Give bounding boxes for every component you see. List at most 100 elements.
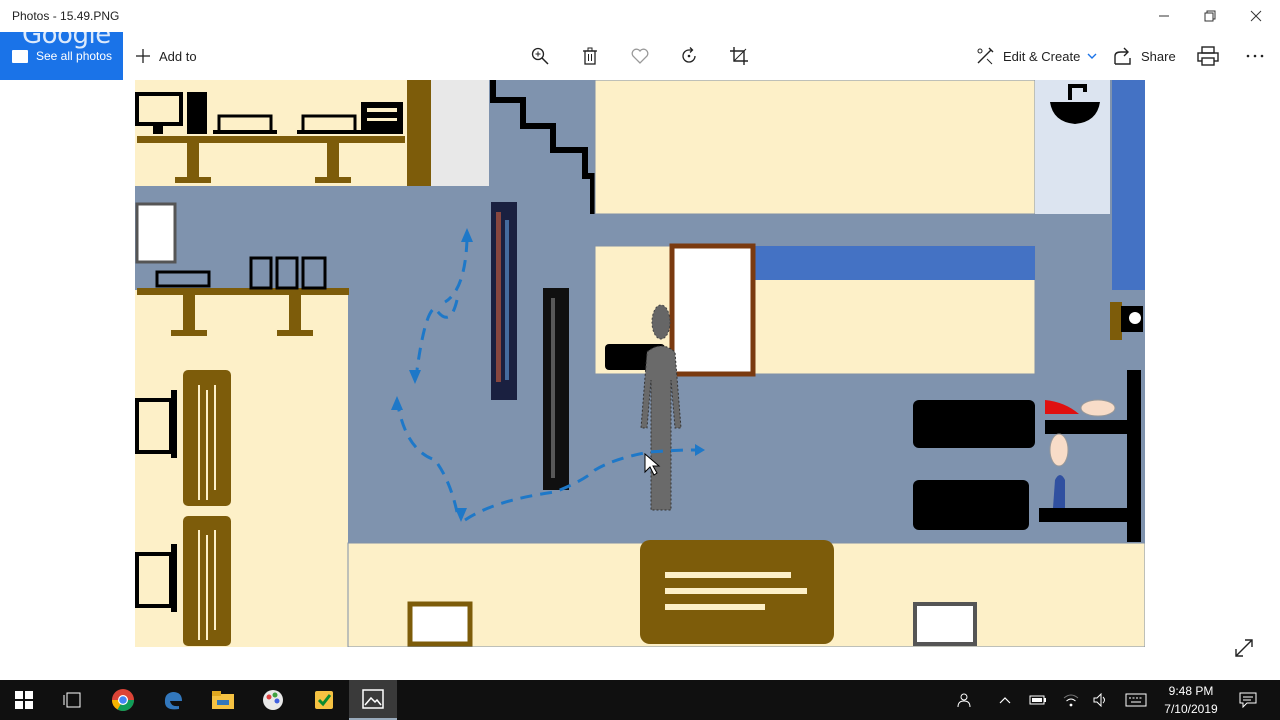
table-detail xyxy=(665,572,791,578)
task-view-button[interactable] xyxy=(48,680,96,720)
battery-button[interactable] xyxy=(1025,680,1051,720)
pc-tower-icon xyxy=(187,92,207,134)
fullscreen-button[interactable] xyxy=(1232,636,1256,660)
desk-foot xyxy=(277,330,313,336)
door-brown xyxy=(407,80,431,186)
window-frame xyxy=(913,602,977,646)
desk-leg xyxy=(327,143,339,179)
share-button[interactable]: Share xyxy=(1113,32,1176,80)
crop-button[interactable] xyxy=(730,32,748,80)
zoom-in-icon xyxy=(531,47,549,65)
chevron-down-icon xyxy=(1087,53,1097,59)
volume-icon xyxy=(1093,693,1105,707)
photos-app[interactable] xyxy=(349,680,397,720)
desk xyxy=(277,136,405,143)
window-frame xyxy=(135,202,177,264)
zoom-button[interactable] xyxy=(531,32,549,80)
desk xyxy=(137,288,245,295)
blue-wall xyxy=(1112,80,1145,290)
photos-icon xyxy=(362,689,384,709)
close-button[interactable] xyxy=(1233,0,1279,32)
wifi-icon xyxy=(1063,694,1079,707)
minimize-button[interactable] xyxy=(1141,0,1187,32)
laptop-base xyxy=(297,130,361,134)
edit-create-icon xyxy=(977,47,994,65)
printer-slot xyxy=(367,118,397,121)
battery-icon xyxy=(1029,695,1046,705)
close-icon xyxy=(1250,10,1262,22)
snipping-tool-app[interactable] xyxy=(300,680,348,720)
start-button[interactable] xyxy=(0,680,48,720)
rotate-button[interactable] xyxy=(680,32,698,80)
window-title: Photos - 15.49.PNG xyxy=(12,9,120,23)
show-hidden-icons-button[interactable] xyxy=(992,680,1018,720)
notification-icon xyxy=(1239,692,1257,708)
clock-time: 9:48 PM xyxy=(1168,684,1214,698)
people-button[interactable] xyxy=(952,680,978,720)
projector-lens xyxy=(1129,312,1141,324)
action-center-button[interactable] xyxy=(1236,680,1260,720)
task-view-icon xyxy=(63,692,81,708)
people-icon xyxy=(957,693,971,708)
google-logo: Google xyxy=(22,32,111,50)
edge-icon xyxy=(164,692,182,710)
windows-icon xyxy=(15,691,33,709)
edge-app[interactable] xyxy=(149,680,197,720)
bathroom xyxy=(1035,80,1110,214)
file-explorer-app[interactable] xyxy=(199,680,247,720)
monitor-stand xyxy=(171,544,177,612)
bar-counter xyxy=(1045,420,1133,434)
keyboard-icon xyxy=(1125,693,1147,707)
expand-icon xyxy=(1235,639,1253,657)
add-to-label: Add to xyxy=(159,48,197,64)
couch-icon xyxy=(913,400,1035,448)
person-head xyxy=(651,304,671,340)
chrome-app[interactable] xyxy=(99,680,147,720)
room-top-middle xyxy=(594,80,1036,215)
desk-foot xyxy=(175,177,211,183)
see-all-photos-link[interactable]: See all photos xyxy=(36,49,112,63)
keyboard-button[interactable] xyxy=(1122,680,1150,720)
more-button[interactable] xyxy=(1246,32,1264,80)
delete-icon xyxy=(583,47,597,65)
window-titlebar: Photos - 15.49.PNG xyxy=(0,0,1280,32)
volume-button[interactable] xyxy=(1088,680,1114,720)
rotate-icon xyxy=(682,47,696,63)
print-button[interactable] xyxy=(1197,32,1219,80)
favorite-icon xyxy=(631,48,649,64)
poster-strip xyxy=(491,202,517,400)
delete-button[interactable] xyxy=(582,32,598,80)
plate-icon xyxy=(1080,399,1116,417)
favorite-button[interactable] xyxy=(631,32,649,80)
poster-strip xyxy=(543,288,569,490)
poster-detail xyxy=(551,298,555,478)
crop-icon xyxy=(730,47,748,65)
paint-app[interactable] xyxy=(249,680,297,720)
edit-create-button[interactable]: Edit & Create xyxy=(975,32,1097,80)
restore-button[interactable] xyxy=(1187,0,1233,32)
chevron-up-icon xyxy=(999,697,1011,704)
share-icon xyxy=(1114,47,1131,65)
more-icon xyxy=(1246,54,1264,58)
laptop-base xyxy=(213,130,277,134)
taskbar-clock[interactable]: 9:48 PM 7/10/2019 xyxy=(1150,682,1232,718)
folder-icon xyxy=(212,691,234,709)
desk-leg xyxy=(183,295,195,331)
minimize-icon xyxy=(1159,15,1169,17)
chrome-icon xyxy=(112,689,134,711)
photos-icon xyxy=(12,50,28,63)
floor-plan-image xyxy=(135,80,1145,647)
desk-leg xyxy=(187,143,199,179)
network-button[interactable] xyxy=(1058,680,1084,720)
google-photos-panel[interactable]: Google See all photos xyxy=(0,32,123,80)
desk-foot xyxy=(171,330,207,336)
desk xyxy=(137,136,277,143)
edit-create-label: Edit & Create xyxy=(1003,48,1081,64)
window-frame xyxy=(407,601,473,647)
mirror-frame xyxy=(669,243,756,377)
desk-leg xyxy=(289,295,301,331)
poster-detail xyxy=(496,212,501,382)
poster-detail xyxy=(505,220,509,380)
add-to-button[interactable]: Add to xyxy=(135,32,197,80)
blue-counter xyxy=(755,246,1035,280)
